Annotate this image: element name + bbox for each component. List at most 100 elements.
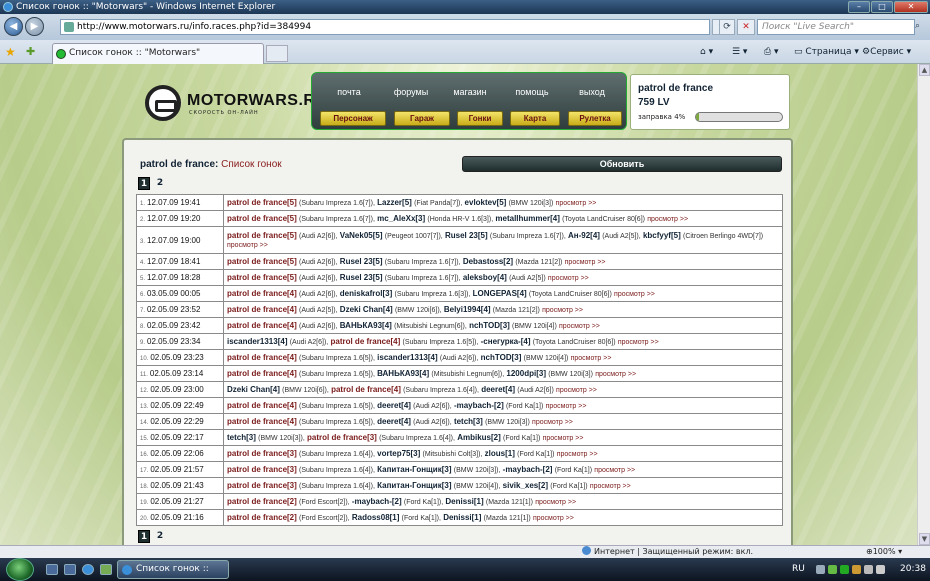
vertical-scrollbar[interactable]: ▲ ▼ — [917, 64, 930, 545]
participant-link[interactable]: tetch[3] — [227, 433, 256, 442]
view-race-link[interactable]: просмотр >> — [543, 435, 584, 442]
favorites-star-icon[interactable]: ★ — [5, 45, 16, 59]
tray-app-icon[interactable] — [828, 565, 837, 574]
minimize-button[interactable]: – — [848, 1, 870, 13]
participant-link[interactable]: patrol de france[3] — [227, 481, 297, 490]
view-race-link[interactable]: просмотр >> — [559, 323, 600, 330]
participant-link[interactable]: Rusel 23[5] — [340, 273, 383, 282]
page-menu[interactable]: ▭ Страница ▾ — [794, 45, 859, 59]
participant-link[interactable]: aleksboy[4] — [463, 273, 507, 282]
view-race-link[interactable]: просмотр >> — [571, 355, 612, 362]
scroll-down-icon[interactable]: ▼ — [919, 533, 930, 545]
nav-map-button[interactable]: Карта — [510, 111, 560, 126]
participant-link[interactable]: sivik_xes[2] — [503, 481, 548, 490]
nav-garage-button[interactable]: Гараж — [394, 111, 450, 126]
search-input[interactable]: Поиск "Live Search" — [757, 19, 915, 35]
forward-button[interactable]: ▶ — [25, 17, 44, 36]
new-tab-button[interactable] — [266, 45, 288, 62]
participant-link[interactable]: patrol de france[3] — [227, 449, 297, 458]
view-race-link[interactable]: просмотр >> — [618, 339, 659, 346]
view-race-link[interactable]: просмотр >> — [546, 403, 587, 410]
participant-link[interactable]: nchTOD[3] — [469, 321, 510, 330]
quicklaunch-media-icon[interactable] — [100, 564, 112, 575]
view-race-link[interactable]: просмотр >> — [595, 371, 636, 378]
view-race-link[interactable]: просмотр >> — [533, 515, 574, 522]
participant-link[interactable]: Dzeki Chan[4] — [340, 305, 393, 314]
participant-link[interactable]: patrol de france[4] — [331, 385, 401, 394]
tray-network-icon[interactable] — [840, 565, 849, 574]
tray-security-icon[interactable] — [852, 565, 861, 574]
participant-link[interactable]: Belyi1994[4] — [444, 305, 491, 314]
participant-link[interactable]: patrol de france[4] — [330, 337, 400, 346]
participant-link[interactable]: ВАНЬКА93[4] — [340, 321, 392, 330]
refresh-button[interactable]: Обновить — [462, 156, 782, 172]
participant-link[interactable]: Капитан-Гонщик[3] — [377, 481, 451, 490]
start-button[interactable] — [6, 558, 34, 581]
tray-help-icon[interactable] — [816, 565, 825, 574]
zoom-control[interactable]: ⊕100% ▾ — [866, 546, 902, 558]
participant-link[interactable]: iscander1313[4] — [227, 337, 287, 346]
participant-link[interactable]: patrol de france[2] — [227, 497, 297, 506]
nav-help[interactable]: помощь — [500, 87, 564, 97]
page-1-link[interactable]: 1 — [138, 177, 150, 190]
participant-link[interactable]: patrol de france[4] — [227, 417, 297, 426]
tab-active[interactable]: Список гонок :: "Motorwars" — [52, 43, 264, 64]
participant-link[interactable]: -maybach-[2] — [352, 497, 402, 506]
participant-link[interactable]: LONGEPAS[4] — [473, 289, 527, 298]
participant-link[interactable]: patrol de france[4] — [227, 321, 297, 330]
participant-link[interactable]: Radoss08[1] — [352, 513, 400, 522]
participant-link[interactable]: Ан-92[4] — [568, 231, 600, 240]
view-race-link[interactable]: просмотр >> — [556, 387, 597, 394]
taskbar-ie-window[interactable]: Список гонок :: "М... — [117, 560, 229, 579]
view-race-link[interactable]: просмотр >> — [532, 419, 573, 426]
view-race-link[interactable]: просмотр >> — [542, 307, 583, 314]
quicklaunch-ie-icon[interactable] — [82, 564, 94, 575]
tools-menu[interactable]: ⚙Сервис ▾ — [862, 45, 911, 59]
url-input[interactable]: http://www.motorwars.ru/info.races.php?i… — [60, 19, 710, 35]
participant-link[interactable]: -maybach-[2] — [503, 465, 553, 474]
view-race-link[interactable]: просмотр >> — [556, 200, 597, 207]
participant-link[interactable]: iscander1313[4] — [377, 353, 437, 362]
participant-link[interactable]: patrol de france[4] — [227, 353, 297, 362]
home-icon[interactable]: ⌂ ▾ — [700, 45, 713, 59]
participant-link[interactable]: 1200dpi[3] — [506, 369, 546, 378]
participant-link[interactable]: deeret[4] — [377, 417, 411, 426]
nav-logout[interactable]: выход — [560, 87, 624, 97]
feeds-icon[interactable]: ☰ ▾ — [732, 45, 747, 59]
close-button[interactable]: ✕ — [894, 1, 928, 13]
participant-link[interactable]: deniskafrol[3] — [340, 289, 392, 298]
participant-link[interactable]: VaNek05[5] — [340, 231, 383, 240]
participant-link[interactable]: Dzeki Chan[4] — [227, 385, 280, 394]
participant-link[interactable]: patrol de france[4] — [227, 369, 297, 378]
participant-link[interactable]: patrol de france[3] — [307, 433, 377, 442]
tray-printer-icon[interactable] — [864, 565, 873, 574]
participant-link[interactable]: Rusel 23[5] — [445, 231, 488, 240]
participant-link[interactable]: -maybach-[2] — [454, 401, 504, 410]
view-race-link[interactable]: просмотр >> — [535, 499, 576, 506]
print-icon[interactable]: ⎙ ▾ — [764, 45, 779, 59]
maximize-button[interactable]: □ — [871, 1, 893, 13]
quicklaunch-desktop-icon[interactable] — [46, 564, 58, 575]
participant-link[interactable]: kbcfyyf[5] — [643, 231, 681, 240]
view-race-link[interactable]: просмотр >> — [227, 242, 268, 249]
participant-link[interactable]: nchTOD[3] — [481, 353, 522, 362]
view-race-link[interactable]: просмотр >> — [557, 451, 598, 458]
nav-races-button[interactable]: Гонки — [457, 111, 503, 126]
participant-link[interactable]: ВАНЬКА93[4] — [377, 369, 429, 378]
participant-link[interactable]: patrol de france[2] — [227, 513, 297, 522]
view-race-link[interactable]: просмотр >> — [548, 275, 589, 282]
participant-link[interactable]: Капитан-Гонщик[3] — [377, 465, 451, 474]
breadcrumb-link[interactable]: Список гонок — [221, 159, 282, 170]
participant-link[interactable]: Ambikus[2] — [457, 433, 501, 442]
participant-link[interactable]: patrol de france[3] — [227, 465, 297, 474]
nav-shop[interactable]: магазин — [438, 87, 502, 97]
participant-link[interactable]: patrol de france[4] — [227, 305, 297, 314]
search-icon[interactable]: ⌕ — [915, 19, 929, 35]
participant-link[interactable]: evloktev[5] — [465, 198, 507, 207]
participant-link[interactable]: zlous[1] — [485, 449, 515, 458]
nav-character-button[interactable]: Персонаж — [320, 111, 386, 126]
participant-link[interactable]: patrol de france[5] — [227, 273, 297, 282]
participant-link[interactable]: Debastoss[2] — [463, 257, 513, 266]
participant-link[interactable]: patrol de france[4] — [227, 401, 297, 410]
participant-link[interactable]: tetch[3] — [454, 417, 483, 426]
